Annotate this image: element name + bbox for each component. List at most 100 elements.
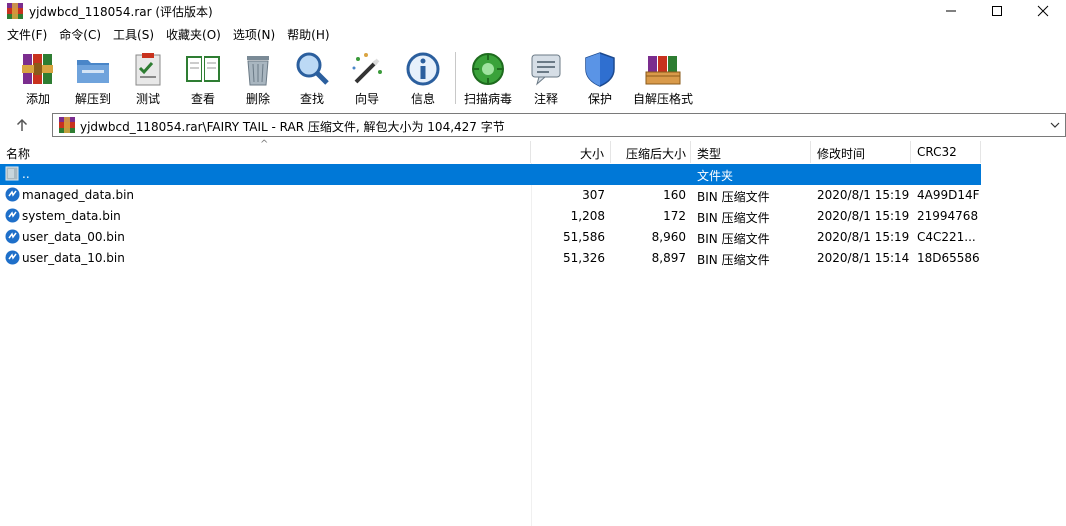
trash-icon <box>247 56 269 86</box>
column-crc32[interactable]: CRC32 <box>911 141 981 163</box>
menu-file[interactable]: 文件(F) <box>0 24 52 44</box>
row-modified: 2020/8/1 15:19 <box>817 188 910 202</box>
toolbar: 添加 解压到 测试 查看 删除 查找 向导 信息 扫描病毒 注释 保护 自解压格… <box>0 46 1066 108</box>
protect-button[interactable]: 保护 <box>578 48 622 106</box>
row-name: .. <box>22 167 30 181</box>
menu-help[interactable]: 帮助(H) <box>280 24 334 44</box>
delete-button[interactable]: 删除 <box>236 48 280 106</box>
find-label: 查找 <box>299 92 324 106</box>
column-modified[interactable]: 修改时间 <box>811 141 911 163</box>
wizard-button[interactable]: 向导 <box>344 48 390 106</box>
row-size: 51,326 <box>563 251 605 265</box>
sfx-label: 自解压格式 <box>632 92 693 106</box>
row-type: BIN 压缩文件 <box>697 190 770 204</box>
chevron-down-icon[interactable] <box>1049 119 1061 131</box>
comment-icon <box>531 54 561 86</box>
virus-scan-icon <box>472 53 504 85</box>
maximize-button[interactable] <box>974 0 1020 22</box>
path-text: yjdwbcd_118054.rar\FAIRY TAIL - RAR 压缩文件… <box>80 120 505 134</box>
row-crc32: 4A99D14F <box>917 188 980 202</box>
column-type[interactable]: 类型 <box>691 141 811 163</box>
column-type-label: 类型 <box>697 147 722 161</box>
row-name: user_data_10.bin <box>22 251 125 265</box>
parent-folder-icon <box>5 166 19 181</box>
extract-folder-icon <box>77 60 109 83</box>
test-clipboard-icon <box>135 53 161 86</box>
table-row[interactable]: managed_data.bin 307 160 BIN 压缩文件 2020/8… <box>0 185 981 206</box>
row-crc32: C4C221... <box>917 230 976 244</box>
column-size-label: 大小 <box>579 147 604 161</box>
minimize-button[interactable] <box>928 0 974 22</box>
menu-options[interactable]: 选项(N) <box>226 24 280 44</box>
table-row[interactable]: user_data_10.bin 51,326 8,897 BIN 压缩文件 2… <box>0 248 981 269</box>
window-title: yjdwbcd_118054.rar (评估版本) <box>29 5 213 19</box>
minimize-icon <box>946 10 956 12</box>
test-label: 测试 <box>135 92 160 106</box>
row-packed-size: 160 <box>663 188 686 202</box>
column-size[interactable]: 大小 <box>531 141 611 163</box>
row-modified: 2020/8/1 15:19 <box>817 230 910 244</box>
menu-bar: 文件(F) 命令(C) 工具(S) 收藏夹(O) 选项(N) 帮助(H) <box>0 24 1066 44</box>
menu-favorites[interactable]: 收藏夹(O) <box>159 24 226 44</box>
row-type: BIN 压缩文件 <box>697 253 770 267</box>
scan-virus-button[interactable]: 扫描病毒 <box>462 48 514 106</box>
bin-file-icon <box>5 250 20 265</box>
rar-archive-icon <box>59 117 75 133</box>
close-button[interactable] <box>1020 0 1066 22</box>
shield-icon <box>585 52 615 87</box>
winrar-app-icon <box>7 3 23 19</box>
toolbar-separator <box>455 52 456 104</box>
info-button[interactable]: 信息 <box>400 48 446 106</box>
up-one-level-button[interactable] <box>13 116 31 134</box>
bin-file-icon <box>5 187 20 202</box>
path-field[interactable]: yjdwbcd_118054.rar\FAIRY TAIL - RAR 压缩文件… <box>52 113 1066 137</box>
add-button[interactable]: 添加 <box>16 48 60 106</box>
row-crc32: 21994768 <box>917 209 979 223</box>
scan-virus-label: 扫描病毒 <box>463 92 512 106</box>
find-button[interactable]: 查找 <box>290 48 334 106</box>
view-button[interactable]: 查看 <box>180 48 226 106</box>
arrow-up-icon <box>16 118 28 131</box>
column-packed-size-label: 压缩后大小 <box>625 147 686 161</box>
column-crc32-label: CRC32 <box>917 145 957 159</box>
magnifier-icon <box>296 52 329 85</box>
row-packed-size: 8,960 <box>651 230 686 244</box>
row-type: 文件夹 <box>697 169 734 183</box>
menu-commands[interactable]: 命令(C) <box>52 24 106 44</box>
file-list-header: ^ 名称 大小 压缩后大小 类型 修改时间 CRC32 <box>0 139 1066 163</box>
add-books-icon <box>22 54 53 84</box>
row-packed-size: 172 <box>663 209 686 223</box>
column-packed-size[interactable]: 压缩后大小 <box>611 141 691 163</box>
wizard-label: 向导 <box>354 92 379 106</box>
column-modified-label: 修改时间 <box>817 147 866 161</box>
info-icon <box>406 52 440 86</box>
info-label: 信息 <box>410 92 435 106</box>
row-size: 307 <box>582 188 605 202</box>
close-icon <box>1037 5 1049 17</box>
sfx-box-icon <box>645 56 681 85</box>
table-row[interactable]: user_data_00.bin 51,586 8,960 BIN 压缩文件 2… <box>0 227 981 248</box>
table-row[interactable]: system_data.bin 1,208 172 BIN 压缩文件 2020/… <box>0 206 981 227</box>
extract-to-button[interactable]: 解压到 <box>70 48 116 106</box>
wizard-wand-icon <box>352 53 382 84</box>
comment-button[interactable]: 注释 <box>524 48 568 106</box>
parent-folder-row[interactable]: .. 文件夹 <box>0 164 981 185</box>
menu-tools[interactable]: 工具(S) <box>106 24 159 44</box>
column-name[interactable]: 名称 <box>0 141 531 163</box>
row-name: user_data_00.bin <box>22 230 125 244</box>
protect-label: 保护 <box>587 92 612 106</box>
view-label: 查看 <box>190 92 215 106</box>
row-modified: 2020/8/1 15:14 <box>817 251 910 265</box>
test-button[interactable]: 测试 <box>126 48 170 106</box>
row-type: BIN 压缩文件 <box>697 211 770 225</box>
view-book-icon <box>186 56 220 82</box>
extract-to-label: 解压到 <box>74 92 111 106</box>
row-size: 51,586 <box>563 230 605 244</box>
column-name-label: 名称 <box>6 147 31 161</box>
row-crc32: 18D65586 <box>917 251 980 265</box>
row-size: 1,208 <box>570 209 605 223</box>
bin-file-icon <box>5 229 20 244</box>
title-bar: yjdwbcd_118054.rar (评估版本) <box>0 0 1066 22</box>
sfx-button[interactable]: 自解压格式 <box>632 48 694 106</box>
row-name: managed_data.bin <box>22 188 135 202</box>
